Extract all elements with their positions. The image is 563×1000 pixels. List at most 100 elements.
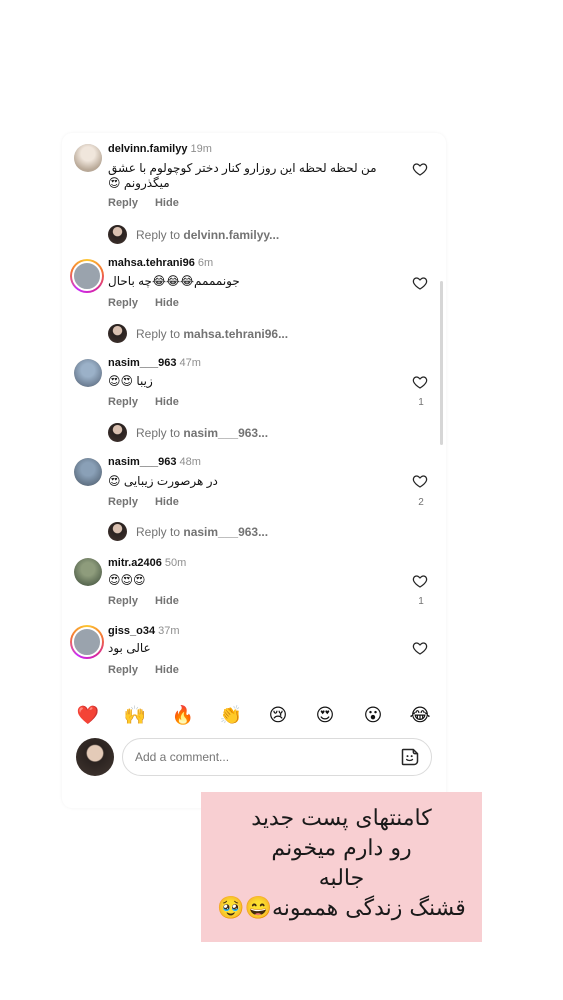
avatar[interactable] bbox=[74, 144, 102, 172]
comment-header: nasim___963 47m bbox=[108, 357, 201, 369]
comment-time: 19m bbox=[190, 143, 212, 155]
reply-to-user: nasim___963... bbox=[183, 426, 269, 440]
clapping-emoji-icon[interactable]: 👏 bbox=[219, 703, 243, 727]
fire-emoji-icon[interactable]: 🔥 bbox=[171, 703, 195, 727]
comment-actions: Reply Hide bbox=[108, 197, 196, 209]
comment-composer bbox=[62, 733, 446, 783]
comment-text-line: من لحظه لحظه این روزارو کنار دختر کوچولو… bbox=[108, 161, 377, 175]
comment-username[interactable]: mitr.a2406 bbox=[108, 557, 162, 569]
reply-to-prefix: Reply to bbox=[136, 426, 181, 440]
comment-time: 47m bbox=[179, 357, 201, 369]
story-text-note: کامنتهای پست جدید رو دارم میخونم جالبه ق… bbox=[201, 792, 482, 942]
like-count: 1 bbox=[418, 596, 424, 607]
avatar bbox=[108, 324, 127, 343]
comment-text: در هرصورت زیبایی 😍 bbox=[108, 474, 388, 489]
comment-actions: Reply Hide bbox=[108, 396, 196, 408]
hide-button[interactable]: Hide bbox=[155, 496, 179, 508]
comment-time: 37m bbox=[158, 625, 180, 637]
comment-time: 50m bbox=[164, 557, 187, 569]
comment-username[interactable]: delvinn.familyy bbox=[108, 143, 187, 155]
reply-to-user: nasim___963... bbox=[183, 525, 269, 539]
avatar[interactable] bbox=[74, 558, 102, 586]
avatar[interactable] bbox=[70, 259, 104, 293]
reply-to-text: Reply to delvinn.familyy... bbox=[136, 228, 279, 242]
comment-header: giss_o34 37m bbox=[108, 625, 180, 637]
reply-button[interactable]: Reply bbox=[108, 396, 138, 408]
comments-sheet: delvinn.familyy 19m من لحظه لحظه این روزا… bbox=[62, 133, 446, 808]
reply-button[interactable]: Reply bbox=[108, 664, 138, 676]
comment-text: زیبا 😍😍 bbox=[108, 374, 388, 389]
raised-hands-emoji-icon[interactable]: 🙌 bbox=[123, 703, 147, 727]
comment-text: من لحظه لحظه این روزارو کنار دختر کوچولو… bbox=[108, 161, 388, 191]
heart-outline-icon[interactable] bbox=[412, 473, 428, 489]
like-count: 2 bbox=[418, 497, 424, 508]
comment-input[interactable] bbox=[122, 738, 432, 776]
comment-header: mahsa.tehrani96 6m bbox=[108, 257, 213, 269]
avatar[interactable] bbox=[74, 359, 102, 387]
reply-to-user: delvinn.familyy... bbox=[183, 228, 280, 242]
reply-to-text: Reply to nasim___963... bbox=[136, 426, 268, 440]
crying-face-emoji-icon[interactable]: 😢 bbox=[266, 703, 290, 727]
hide-button[interactable]: Hide bbox=[155, 664, 179, 676]
heart-outline-icon[interactable] bbox=[412, 640, 428, 656]
like-count: 1 bbox=[418, 397, 424, 408]
comment-header: mitr.a2406 50m bbox=[108, 557, 186, 569]
comment-text: عالی بود bbox=[108, 641, 388, 656]
comment-header: delvinn.familyy 19m bbox=[108, 143, 212, 155]
comment-username[interactable]: mahsa.tehrani96 bbox=[108, 257, 195, 269]
heart-outline-icon[interactable] bbox=[412, 161, 428, 177]
hide-button[interactable]: Hide bbox=[155, 297, 179, 309]
comment-actions: Reply Hide bbox=[108, 595, 196, 607]
heart-outline-icon[interactable] bbox=[412, 275, 428, 291]
reply-button[interactable]: Reply bbox=[108, 297, 138, 309]
hide-button[interactable]: Hide bbox=[155, 197, 179, 209]
reply-to-user: mahsa.tehrani96... bbox=[183, 327, 289, 341]
reply-to-prefix: Reply to bbox=[136, 228, 181, 242]
comment-actions: Reply Hide bbox=[108, 496, 196, 508]
scrollbar[interactable] bbox=[440, 281, 443, 445]
comment-text-line: عالی بود bbox=[108, 641, 151, 655]
avatar[interactable] bbox=[74, 458, 102, 486]
reply-to-prefix: Reply to bbox=[136, 327, 181, 341]
reply-to-prefix: Reply to bbox=[136, 525, 181, 539]
comment-text: جونمممم😂😂😂چه باحال bbox=[108, 274, 388, 289]
comment-text: 😍😍😍 bbox=[108, 573, 388, 588]
tears-of-joy-emoji-icon[interactable]: 😂 bbox=[408, 703, 432, 727]
comment-time: 48m bbox=[179, 456, 201, 468]
comment-text-line: میگذرونم 😍 bbox=[108, 176, 170, 190]
reply-to-text: Reply to nasim___963... bbox=[136, 525, 268, 539]
avatar bbox=[76, 738, 114, 776]
comment-username[interactable]: nasim___963 bbox=[108, 456, 177, 468]
heart-emoji-icon[interactable]: ❤️ bbox=[76, 703, 100, 727]
avatar bbox=[108, 423, 127, 442]
heart-outline-icon[interactable] bbox=[412, 573, 428, 589]
comment-actions: Reply Hide bbox=[108, 664, 196, 676]
comment-header: nasim___963 48m bbox=[108, 456, 201, 468]
heart-outline-icon[interactable] bbox=[412, 374, 428, 390]
hide-button[interactable]: Hide bbox=[155, 595, 179, 607]
sticker-icon[interactable] bbox=[400, 747, 420, 767]
reply-button[interactable]: Reply bbox=[108, 496, 138, 508]
surprised-face-emoji-icon[interactable]: 😮 bbox=[361, 703, 385, 727]
reply-button[interactable]: Reply bbox=[108, 595, 138, 607]
reply-button[interactable]: Reply bbox=[108, 197, 138, 209]
comment-text-line: جونمممم😂😂😂چه باحال bbox=[108, 274, 240, 288]
avatar bbox=[108, 225, 127, 244]
comment-text-line: زیبا 😍😍 bbox=[108, 374, 153, 388]
heart-eyes-emoji-icon[interactable]: 😍 bbox=[313, 703, 337, 727]
avatar bbox=[108, 522, 127, 541]
hide-button[interactable]: Hide bbox=[155, 396, 179, 408]
note-line: کامنتهای پست جدید bbox=[251, 806, 432, 831]
comment-username[interactable]: nasim___963 bbox=[108, 357, 177, 369]
comment-username[interactable]: giss_o34 bbox=[108, 625, 155, 637]
comment-text-line: 😍😍😍 bbox=[108, 573, 146, 587]
note-line: جالبه bbox=[318, 866, 365, 891]
quick-reactions-bar: ❤️ 🙌 🔥 👏 😢 😍 😮 😂 bbox=[62, 703, 446, 727]
note-line: رو دارم میخونم bbox=[271, 836, 412, 861]
comment-actions: Reply Hide bbox=[108, 297, 196, 309]
avatar[interactable] bbox=[70, 625, 104, 659]
reply-to-text: Reply to mahsa.tehrani96... bbox=[136, 327, 288, 341]
comment-time: 6m bbox=[197, 257, 214, 269]
comment-text-line: در هرصورت زیبایی 😍 bbox=[108, 474, 218, 488]
comments-list[interactable]: delvinn.familyy 19m من لحظه لحظه این روزا… bbox=[62, 133, 446, 693]
